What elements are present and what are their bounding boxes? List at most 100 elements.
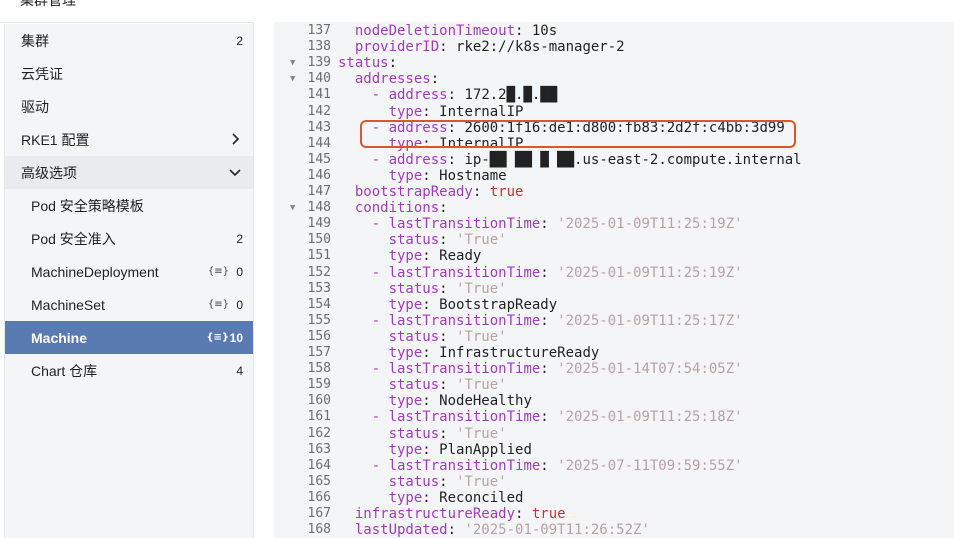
code-line: 161 - lastTransitionTime: '2025-01-09T11… [274, 409, 954, 425]
chevron-down-icon [229, 169, 241, 177]
sidebar-item-label: MachineDeployment [31, 263, 159, 280]
sidebar-item-machine[interactable]: Machine {≡} 10 [5, 321, 254, 354]
code-line: 168 lastUpdated: '2025-01-09T11:26:52Z' [274, 522, 954, 538]
line-number: 147 [307, 184, 331, 199]
chevron-right-icon [232, 133, 240, 145]
code-line: 152 - lastTransitionTime: '2025-01-09T11… [274, 265, 954, 281]
line-number: 160 [307, 393, 331, 409]
line-number: 161 [307, 409, 331, 425]
code-text: type: Reconciled [388, 489, 524, 506]
line-number: 142 [307, 103, 331, 119]
code-line: 164 - lastTransitionTime: '2025-07-11T09… [274, 458, 954, 474]
code-line: 158 - lastTransitionTime: '2025-01-14T07… [274, 361, 954, 377]
code-text: providerID: rke2://k8s-manager-2 [354, 39, 625, 56]
line-number: 159 [307, 377, 331, 393]
code-line: 154 type: BootstrapReady [274, 297, 954, 313]
code-text: status: 'True' [388, 280, 507, 297]
code-line: 148 ▼ conditions: [274, 200, 954, 216]
code-text: status: [338, 55, 398, 72]
code-line: 149 - lastTransitionTime: '2025-01-09T11… [274, 216, 954, 232]
count-badge: 0 [236, 264, 243, 279]
line-number: 146 [307, 167, 331, 183]
sidebar-item-pod-security-admission[interactable]: Pod 安全准入 2 [5, 222, 254, 255]
code-text: type: PlanApplied [388, 441, 532, 458]
code-text: addresses: [354, 71, 440, 88]
code-text: - lastTransitionTime: '2025-01-09T11:25:… [371, 409, 743, 426]
sidebar: 集群 2 云凭证 驱动 RKE1 配置 高级选项 Pod 安全策略模板 Pod … [4, 24, 254, 538]
line-number: 141 [307, 87, 331, 103]
line-number: 145 [307, 151, 331, 167]
sidebar-item-label: Machine [31, 329, 88, 346]
code-text: status: 'True' [388, 473, 507, 490]
line-number: 144 [307, 135, 331, 151]
code-line: 155 - lastTransitionTime: '2025-01-09T11… [274, 313, 954, 329]
code-text: lastUpdated: '2025-01-09T11:26:52Z' [354, 522, 650, 538]
line-number: 138 [307, 39, 331, 55]
code-line: 138 providerID: rke2://k8s-manager-2 [274, 39, 954, 55]
sidebar-item-label: Pod 安全策略模板 [31, 197, 144, 214]
sidebar-item-drivers[interactable]: 驱动 [5, 90, 254, 123]
code-text: - lastTransitionTime: '2025-01-09T11:25:… [371, 216, 743, 233]
namespaced-icon: {≡} [207, 299, 229, 310]
sidebar-item-advanced[interactable]: 高级选项 [5, 156, 254, 189]
code-line: 160 type: NodeHealthy [274, 393, 954, 409]
code-text: status: 'True' [388, 232, 507, 249]
line-number: 157 [307, 345, 331, 360]
code-line: 159 status: 'True' [274, 377, 954, 393]
code-text: - lastTransitionTime: '2025-01-14T07:54:… [371, 361, 743, 378]
sidebar-item-clusters[interactable]: 集群 2 [5, 24, 254, 57]
count-badge: 2 [236, 231, 243, 246]
fold-arrow-icon[interactable]: ▼ [290, 55, 300, 71]
yaml-editor[interactable]: 137 nodeDeletionTimeout: 10s 138 provider… [274, 22, 954, 538]
code-text: - lastTransitionTime: '2025-01-09T11:25:… [371, 264, 743, 281]
code-line: 153 status: 'True' [274, 281, 954, 297]
code-text: status: 'True' [388, 328, 507, 345]
code-line: 137 nodeDeletionTimeout: 10s [274, 23, 954, 39]
sidebar-item-label: RKE1 配置 [21, 131, 90, 148]
code-line: 150 status: 'True' [274, 232, 954, 248]
code-line: 167 infrastructureReady: true [274, 506, 954, 522]
line-number: 149 [307, 216, 331, 232]
code-text: - lastTransitionTime: '2025-07-11T09:59:… [371, 457, 743, 474]
line-number: 168 [307, 522, 331, 538]
line-number: 165 [307, 473, 331, 489]
code-line: 145 - address: ip-██ ██ █ ██.us-east-2.c… [274, 152, 954, 168]
sidebar-item-machinedeployment[interactable]: MachineDeployment {≡} 0 [5, 255, 254, 288]
fold-arrow-icon[interactable]: ▼ [290, 71, 300, 87]
line-number: 151 [307, 248, 331, 264]
sidebar-item-pod-security-policy-templates[interactable]: Pod 安全策略模板 [5, 189, 254, 222]
code-line: 146 type: Hostname [274, 168, 954, 184]
code-text: infrastructureReady: true [354, 506, 566, 522]
sidebar-item-cloud-credentials[interactable]: 云凭证 [5, 57, 254, 90]
top-bar: 集群管理 [0, 0, 954, 23]
sidebar-item-label: 云凭证 [21, 65, 63, 82]
line-number: 137 [307, 23, 331, 38]
code-line: 139 ▼ status: [274, 55, 954, 71]
page-title: 集群管理 [20, 0, 76, 8]
code-text: bootstrapReady: true [354, 184, 524, 200]
line-number: 155 [307, 312, 331, 328]
sidebar-item-rke1-config[interactable]: RKE1 配置 [5, 123, 254, 156]
line-number: 163 [307, 441, 331, 457]
line-number: 167 [307, 506, 331, 521]
code-text: type: Hostname [388, 167, 507, 184]
code-line: 140 ▼ addresses: [274, 71, 954, 87]
sidebar-item-label: Chart 仓库 [31, 362, 98, 379]
code-line: 163 type: PlanApplied [274, 442, 954, 458]
sidebar-item-label: Pod 安全准入 [31, 230, 116, 247]
code-text: status: 'True' [388, 377, 507, 394]
panel-divider [253, 22, 275, 538]
sidebar-item-chart-repos[interactable]: Chart 仓库 4 [5, 354, 254, 387]
line-number: 154 [307, 296, 331, 312]
count-badge: 2 [236, 33, 243, 48]
line-number: 162 [307, 425, 331, 441]
code-line: 162 status: 'True' [274, 426, 954, 442]
line-number: 153 [307, 280, 331, 296]
code-text: - address: 172.2█.█.██ [371, 87, 558, 104]
fold-arrow-icon[interactable]: ▼ [290, 200, 300, 216]
sidebar-item-machineset[interactable]: MachineSet {≡} 0 [5, 288, 254, 321]
code-text: type: NodeHealthy [388, 393, 532, 410]
code-text: type: InfrastructureReady [388, 345, 600, 361]
code-line: 157 type: InfrastructureReady [274, 345, 954, 361]
sidebar-item-label: 驱动 [21, 98, 49, 115]
